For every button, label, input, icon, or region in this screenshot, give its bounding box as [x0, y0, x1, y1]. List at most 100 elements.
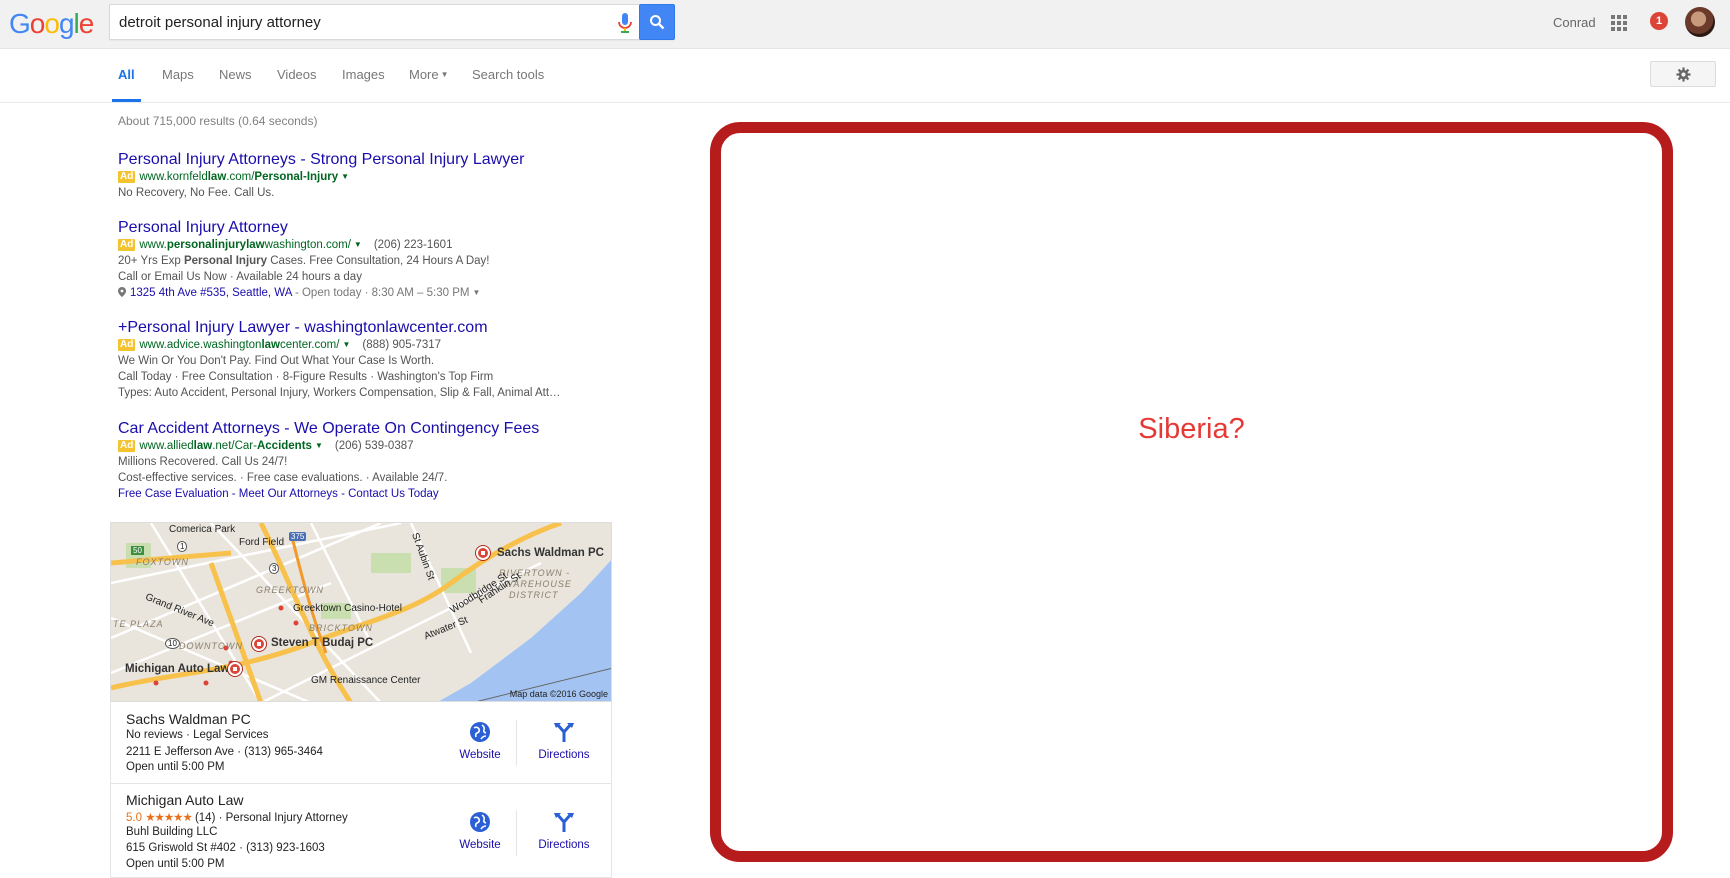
dropdown-arrow-icon[interactable]: ▼: [472, 288, 480, 297]
search-box: [109, 4, 674, 40]
ad-title-link[interactable]: Personal Injury Attorney: [118, 218, 588, 237]
url-part: washington.com/: [264, 239, 351, 251]
ad-address-link[interactable]: 1325 4th Ave #535, Seattle, WA: [130, 287, 292, 299]
ad-phone[interactable]: (206) 539-0387: [335, 440, 414, 452]
tab-images[interactable]: Images: [342, 67, 385, 82]
tab-all[interactable]: All: [118, 67, 135, 82]
map-attribution: Map data ©2016 Google: [509, 689, 608, 699]
tab-news[interactable]: News: [219, 67, 252, 82]
text-part: Cases. Free Consultation, 24 Hours A Day…: [267, 255, 490, 267]
listing-meta: (14) · Personal Injury Attorney: [191, 812, 348, 824]
ad-badge: Ad: [118, 171, 136, 183]
map-label: GM Renaissance Center: [311, 675, 421, 686]
directions-button[interactable]: Directions: [534, 721, 594, 761]
ad-result: Personal Injury Attorneys - Strong Perso…: [118, 150, 588, 201]
notification-badge[interactable]: 1: [1650, 12, 1668, 30]
listing-building: Buhl Building LLC: [126, 826, 218, 838]
ad-hours: - Open today · 8:30 AM – 5:30 PM: [291, 287, 470, 299]
url-bold-part: Personal-Injury: [254, 171, 339, 183]
tab-more[interactable]: More ▼: [409, 67, 449, 82]
globe-icon: [470, 812, 490, 832]
map-marker[interactable]: [476, 546, 490, 560]
map-marker[interactable]: [228, 662, 242, 676]
website-button[interactable]: Website: [450, 811, 510, 851]
map-label: DISTRICT: [509, 590, 559, 600]
url-bold-part: law: [207, 171, 227, 183]
search-input[interactable]: [119, 11, 599, 33]
website-button[interactable]: Website: [450, 721, 510, 761]
map-label: BRICKTOWN: [309, 623, 373, 633]
ad-title-link[interactable]: Car Accident Attorneys - We Operate On C…: [118, 419, 588, 438]
ad-result: Car Accident Attorneys - We Operate On C…: [118, 419, 588, 502]
dropdown-arrow-icon[interactable]: ▼: [354, 240, 362, 249]
gear-icon: [1675, 66, 1691, 82]
tab-search-tools[interactable]: Search tools: [472, 67, 544, 82]
annotation-text: Siberia?: [1138, 413, 1245, 445]
directions-button[interactable]: Directions: [534, 811, 594, 851]
ad-result: Personal Injury Attorney Ad www.personali…: [118, 218, 588, 301]
ad-description: No Recovery, No Fee. Call Us.: [118, 187, 275, 199]
microphone-icon[interactable]: [615, 12, 635, 34]
highway-shield: 50: [131, 546, 144, 555]
highway-shield: 375: [289, 532, 307, 541]
tab-label: Videos: [277, 67, 317, 82]
ad-url[interactable]: www.alliedlaw.net/Car-Accidents: [139, 440, 312, 452]
local-map[interactable]: Comerica Park Ford Field FOXTOWN GREEKTO…: [110, 522, 612, 702]
ad-description: We Win Or You Don't Pay. Find Out What Y…: [118, 355, 435, 367]
ad-url[interactable]: www.kornfeldlaw.com/Personal-Injury: [139, 171, 338, 183]
dropdown-arrow-icon[interactable]: ▼: [315, 441, 323, 450]
ad-url[interactable]: www.advice.washingtonlawcenter.com/: [139, 339, 339, 351]
google-logo[interactable]: Google: [9, 8, 94, 40]
settings-button[interactable]: [1650, 61, 1716, 87]
account-name[interactable]: Conrad: [1553, 15, 1596, 30]
action-label: Directions: [538, 749, 590, 761]
listing-name[interactable]: Michigan Auto Law: [126, 792, 244, 808]
local-listing[interactable]: Sachs Waldman PC No reviews · Legal Serv…: [110, 702, 612, 784]
listing-address: 2211 E Jefferson Ave · (313) 965-3464: [126, 746, 323, 758]
ad-sitelinks[interactable]: Free Case Evaluation - Meet Our Attorney…: [118, 486, 588, 502]
ad-phone[interactable]: (206) 223-1601: [374, 239, 453, 251]
url-bold-part: law: [261, 339, 280, 351]
ad-description: Call or Email Us Now · Available 24 hour…: [118, 271, 362, 283]
avatar[interactable]: [1685, 7, 1715, 37]
listing-rating-line: 5.0 ★★★★★ (14) · Personal Injury Attorne…: [126, 810, 348, 824]
ad-badge: Ad: [118, 440, 136, 452]
divider: [516, 810, 517, 856]
ad-result: +Personal Injury Lawyer - washingtonlawc…: [118, 318, 588, 401]
search-icon: [650, 15, 665, 30]
ad-location-line: 1325 4th Ave #535, Seattle, WA - Open to…: [118, 285, 588, 301]
ad-url-line: Ad www.kornfeldlaw.com/Personal-Injury ▼: [118, 169, 588, 185]
url-part: www.advice.washington: [139, 339, 262, 351]
url-bold-part: personalinjurylaw: [166, 239, 265, 251]
listing-hours: Open until 5:00 PM: [126, 858, 225, 870]
local-listing[interactable]: Michigan Auto Law 5.0 ★★★★★ (14) · Perso…: [110, 784, 612, 878]
map-marker[interactable]: [252, 637, 266, 651]
ad-description: Millions Recovered. Call Us 24/7!: [118, 456, 288, 468]
ad-url[interactable]: www.personalinjurylawwashington.com/: [139, 239, 351, 251]
dropdown-arrow-icon[interactable]: ▼: [341, 172, 349, 181]
map-label: TE PLAZA: [113, 619, 164, 629]
ad-title-link[interactable]: Personal Injury Attorneys - Strong Perso…: [118, 150, 588, 169]
ad-phone[interactable]: (888) 905-7317: [362, 339, 441, 351]
result-stats: About 715,000 results (0.64 seconds): [118, 114, 318, 128]
tab-maps[interactable]: Maps: [162, 67, 194, 82]
tab-videos[interactable]: Videos: [277, 67, 317, 82]
ad-description: 20+ Yrs Exp Personal Injury Cases. Free …: [118, 253, 588, 269]
url-part: .com/: [226, 171, 255, 183]
map-label: DOWNTOWN: [179, 641, 243, 651]
ad-description: Cost-effective services. · Free case eva…: [118, 472, 448, 484]
ad-url-line: Ad www.alliedlaw.net/Car-Accidents ▼ (206) …: [118, 438, 588, 454]
rating-value: 5.0: [126, 812, 142, 824]
apps-grid-icon[interactable]: [1611, 15, 1627, 31]
map-label: FOXTOWN: [136, 557, 189, 567]
search-button[interactable]: [639, 4, 675, 40]
ad-title-link[interactable]: +Personal Injury Lawyer - washingtonlawc…: [118, 318, 588, 337]
url-part: www.kornfeld: [139, 171, 208, 183]
map-label: Sachs Waldman PC: [497, 547, 604, 559]
tab-label: Maps: [162, 67, 194, 82]
globe-icon: [470, 722, 490, 742]
action-label: Website: [459, 839, 501, 851]
listing-name[interactable]: Sachs Waldman PC: [126, 711, 251, 727]
dropdown-arrow-icon[interactable]: ▼: [342, 340, 350, 349]
url-part: .net/Car-: [212, 440, 257, 452]
